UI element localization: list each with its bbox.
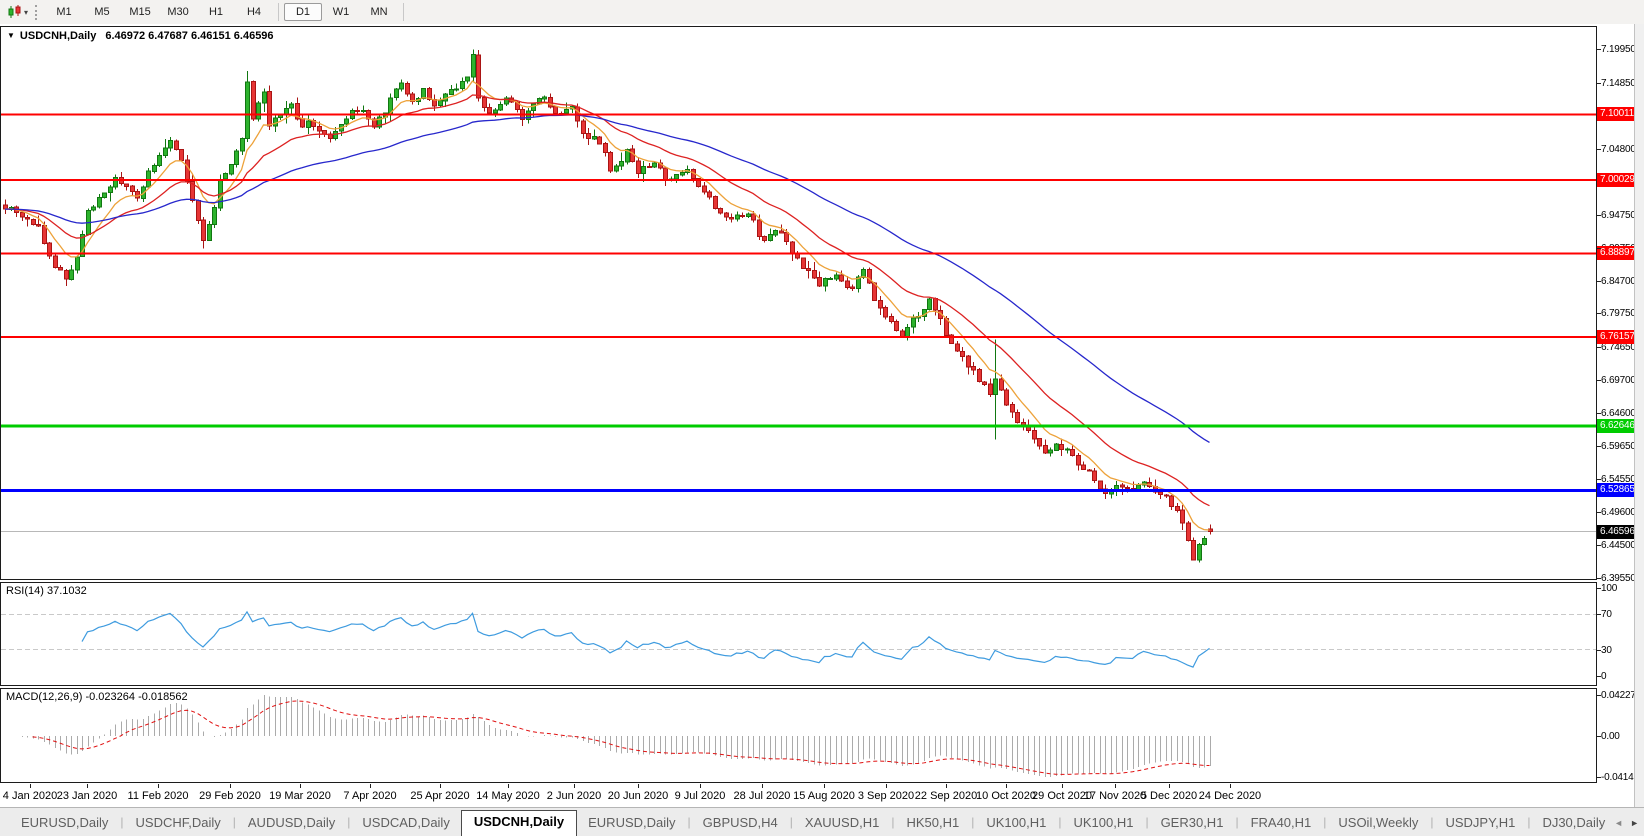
rsi-tick-label: 70 [1601,608,1612,620]
level-price-badge: 7.10011 [1597,107,1634,121]
price-tick-label: 7.04800 [1601,143,1634,155]
price-tick-label: 6.59650 [1601,440,1634,452]
price-tick-label: 6.44500 [1601,539,1634,551]
tab-scroll-left-icon[interactable]: ◄ [1614,818,1623,828]
timeframe-button-h4[interactable]: H4 [235,3,273,21]
price-tick-label: 6.69700 [1601,374,1634,386]
chart-tab-gbpusd-h4[interactable]: GBPUSD,H4 [692,811,789,836]
chart-periods-icon-svg [8,5,21,18]
toolbar-grip[interactable] [35,4,38,20]
macd-tick-label: 0.00 [1601,730,1620,742]
price-tick-label: 7.19950 [1601,43,1634,55]
price-tick-label: 6.64600 [1601,407,1634,419]
chart-window: ▼ USDCNH,Daily 6.46972 6.47687 6.46151 6.4… [0,24,1634,807]
chart-tab-uk100-h1[interactable]: UK100,H1 [975,811,1057,836]
timeframe-button-w1[interactable]: W1 [322,3,360,21]
tab-scroll-right-icon[interactable]: ► [1630,818,1639,828]
chart-tab-eurusd-daily[interactable]: EURUSD,Daily [10,811,119,836]
chart-tab-usdcnh-daily[interactable]: USDCNH,Daily [460,810,578,836]
level-price-badge: 6.62646 [1597,419,1634,433]
macd-tick-label: 0.042275 [1601,689,1634,701]
chart-tab-fra40-h1[interactable]: FRA40,H1 [1240,811,1323,836]
chart-tab-usdchf-daily[interactable]: USDCHF,Daily [125,811,232,836]
trading-platform-window: ▾ M1 M5 M15 M30 H1 H4 D1 W1 MN ▼ USDCNH,Daily 6.46… [0,0,1644,836]
timeframe-buttons: M1 M5 M15 M30 H1 H4 D1 W1 MN [45,3,409,21]
date-tick-label: 24 Dec 2020 [1198,790,1262,802]
current-price-badge: 6.46596 [1597,525,1634,539]
price-tick-label: 6.84700 [1601,275,1634,287]
rsi-panel-plot[interactable]: RSI(14) 37.1032 [0,582,1597,686]
timeframe-toolbar: ▾ M1 M5 M15 M30 H1 H4 D1 W1 MN [0,0,1644,24]
window-right-strip [1634,24,1644,807]
toolbar-separator [403,3,405,21]
time-axis[interactable]: 4 Jan 2020 23 Jan 2020 11 Feb 2020 29 Feb 2… [0,783,1597,807]
rsi-label: RSI(14) 37.1032 [6,585,87,597]
price-axis[interactable]: 7.199507.148507.048006.947506.897506.847… [1597,24,1634,807]
timeframe-button-m15[interactable]: M15 [121,3,159,21]
collapse-triangle-icon[interactable]: ▼ [7,31,15,40]
macd-label: MACD(12,26,9) -0.023264 -0.018562 [6,691,188,703]
rsi-tick-label: 0 [1601,670,1607,682]
level-price-badge: 6.52865 [1597,483,1634,497]
chart-tab-usdjpy-h1[interactable]: USDJPY,H1 [1434,811,1526,836]
chart-tab-xauusd-h1[interactable]: XAUUSD,H1 [794,811,890,836]
chart-tab-usdcad-daily[interactable]: USDCAD,Daily [351,811,460,836]
chart-tab-uk100-h1[interactable]: UK100,H1 [1062,811,1144,836]
main-chart-plot[interactable]: ▼ USDCNH,Daily 6.46972 6.47687 6.46151 6.4… [0,26,1597,580]
timeframe-button-m1[interactable]: M1 [45,3,83,21]
chart-symbol-period: USDCNH,Daily [19,30,97,42]
macd-tick-label: -0.04148 [1601,771,1634,783]
toolbar-dropdown-caret-icon[interactable]: ▾ [24,8,28,17]
timeframe-button-h1[interactable]: H1 [197,3,235,21]
price-tick-label: 6.49600 [1601,506,1634,518]
timeframe-button-m30[interactable]: M30 [159,3,197,21]
chart-tabs: EURUSD,Daily | USDCHF,Daily | AUDUSD,Daily | U… [10,808,1610,836]
timeframe-button-d1[interactable]: D1 [284,3,323,21]
chart-periods-icon[interactable] [6,4,24,20]
chart-ohlc-values: 6.46972 6.47687 6.46151 6.46596 [105,30,274,42]
level-price-badge: 7.00029 [1597,173,1634,187]
timeframe-button-mn[interactable]: MN [360,3,398,21]
chart-tab-audusd-daily[interactable]: AUDUSD,Daily [237,811,346,836]
timeframe-button-m5[interactable]: M5 [83,3,121,21]
price-tick-label: 6.79750 [1601,307,1634,319]
toolbar-separator [278,3,280,21]
price-tick-label: 7.14850 [1601,77,1634,89]
chart-tab-eurusd-daily[interactable]: EURUSD,Daily [577,811,686,836]
level-price-badge: 6.88897 [1597,246,1634,260]
macd-panel-plot[interactable]: MACD(12,26,9) -0.023264 -0.018562 [0,688,1597,783]
level-price-badge: 6.76157 [1597,330,1634,344]
chart-tab-usoil-weekly[interactable]: USOil,Weekly [1327,811,1429,836]
chart-tab-dj30-daily[interactable]: DJ30,Daily [1531,811,1610,836]
chart-title: ▼ USDCNH,Daily 6.46972 6.47687 6.46151 6.4… [7,30,274,42]
chart-tab-hk50-h1[interactable]: HK50,H1 [895,811,970,836]
tab-scroll-arrows: ◄ ► [1614,818,1639,828]
chart-tabs-bar: EURUSD,Daily | USDCHF,Daily | AUDUSD,Daily | U… [0,807,1644,836]
rsi-tick-label: 30 [1601,644,1612,656]
rsi-tick-label: 100 [1601,582,1618,594]
chart-tab-ger30-h1[interactable]: GER30,H1 [1150,811,1235,836]
price-tick-label: 6.94750 [1601,209,1634,221]
